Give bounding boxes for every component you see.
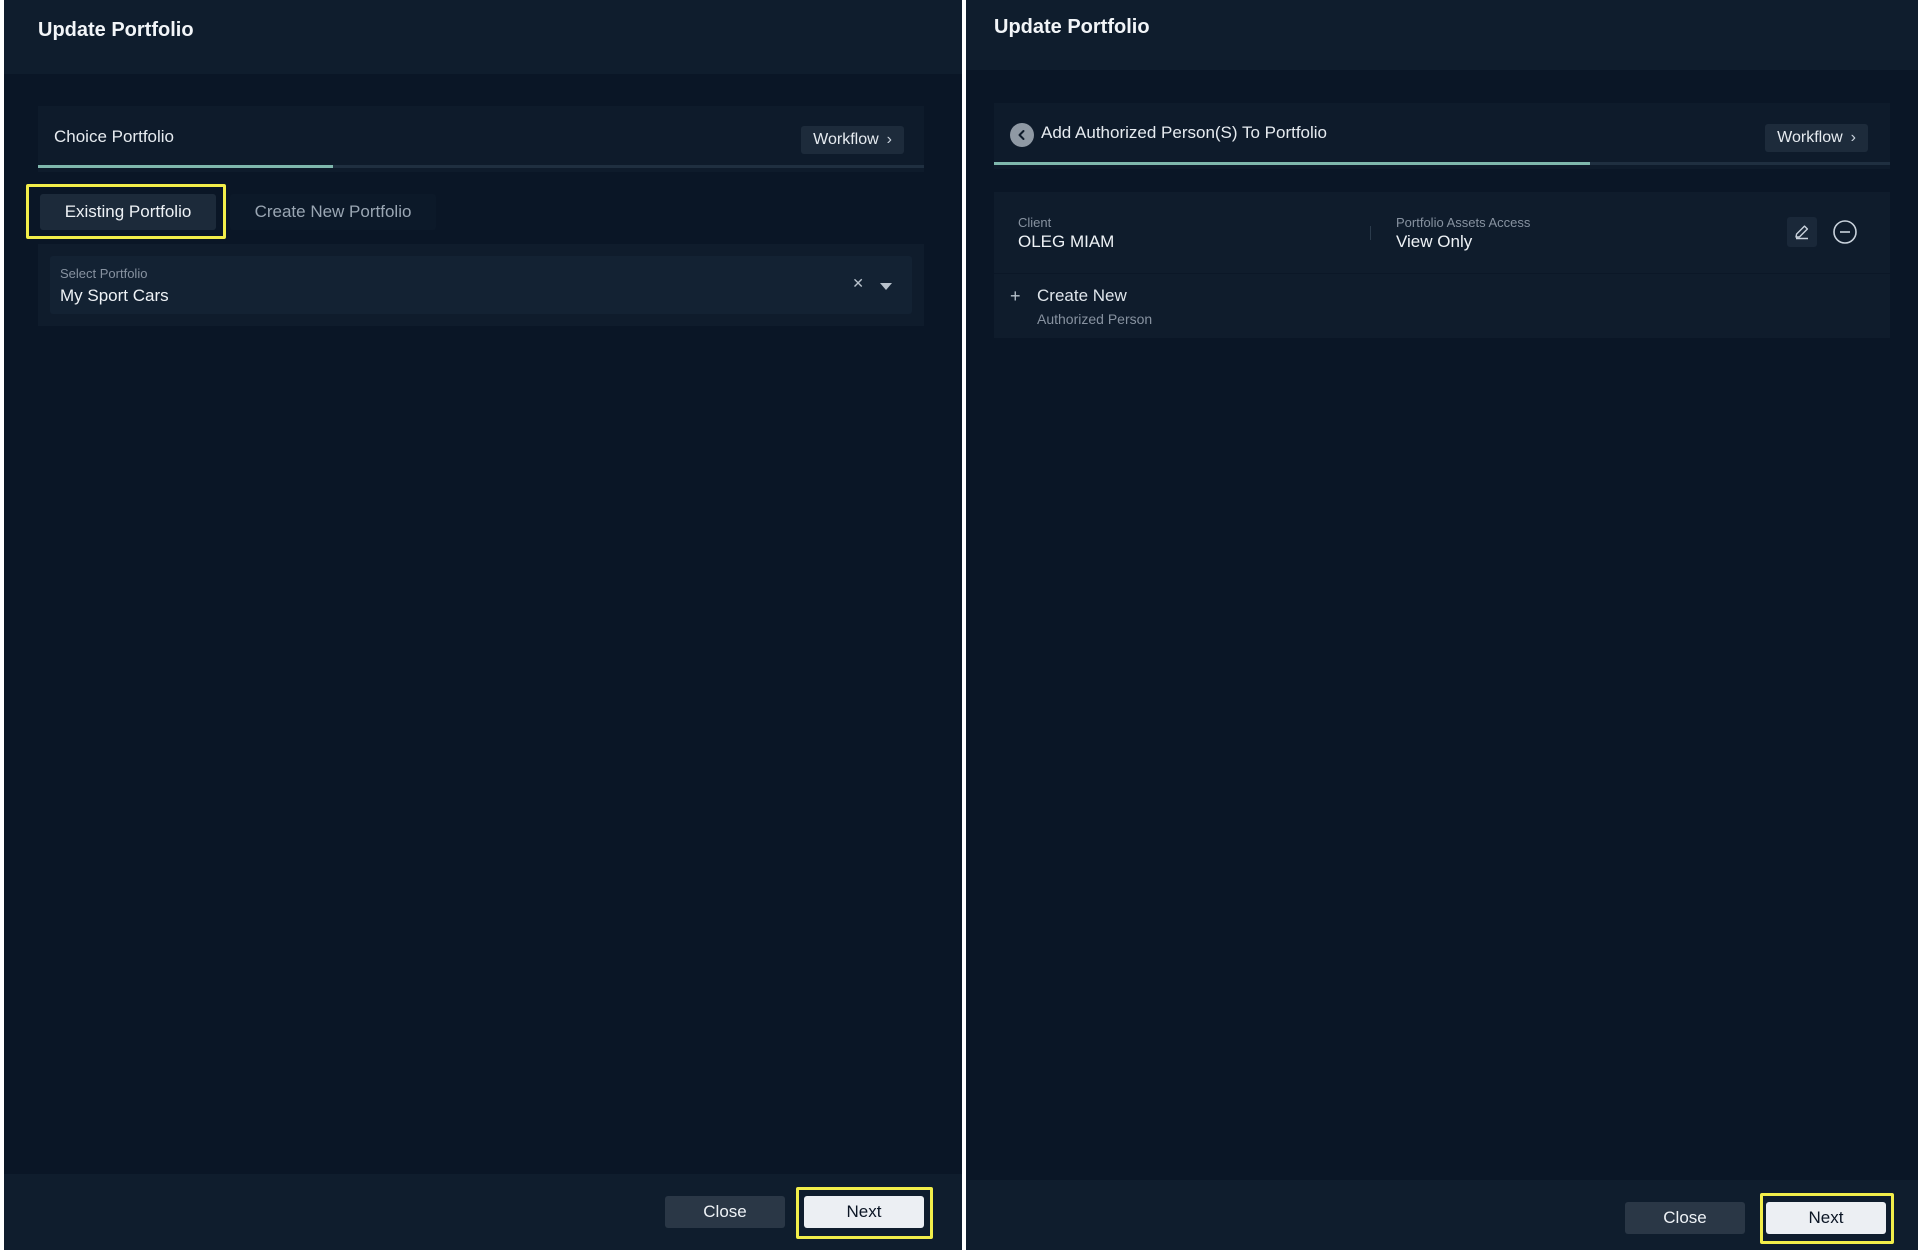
panel-footer: Close Next bbox=[4, 1174, 962, 1250]
close-button[interactable]: Close bbox=[1625, 1202, 1745, 1234]
update-portfolio-panel-right: Update Portfolio Add Authorized Person(S… bbox=[966, 0, 1918, 1250]
access-value: View Only bbox=[1396, 232, 1473, 251]
panel-footer: Close Next bbox=[966, 1180, 1918, 1250]
chevron-right-icon: › bbox=[886, 131, 892, 148]
access-label: Portfolio Assets Access bbox=[1396, 215, 1531, 230]
step-bar: Add Authorized Person(S) To Portfolio Wo… bbox=[994, 103, 1890, 169]
client-value: OLEG MIAM bbox=[1018, 232, 1115, 251]
workflow-button[interactable]: Workflow › bbox=[1765, 124, 1868, 152]
remove-icon[interactable] bbox=[1830, 217, 1860, 247]
panel-header: Update Portfolio bbox=[966, 0, 1918, 70]
update-portfolio-panel-left: Update Portfolio Choice Portfolio Workfl… bbox=[4, 0, 962, 1250]
select-portfolio-card: Select Portfolio My Sport Cars ✕ bbox=[38, 244, 924, 326]
select-portfolio-label: Select Portfolio bbox=[60, 266, 148, 281]
tab-create-new-portfolio[interactable]: Create New Portfolio bbox=[230, 194, 436, 230]
create-new-authorized-person[interactable]: + Create New Authorized Person bbox=[994, 274, 1890, 336]
step-bar: Choice Portfolio Workflow › bbox=[38, 106, 924, 172]
create-new-subtitle: Authorized Person bbox=[1037, 311, 1153, 327]
plus-icon: + bbox=[1010, 286, 1021, 306]
authorized-persons-card: Client OLEG MIAM Portfolio Assets Access… bbox=[994, 192, 1890, 338]
panel-title: Update Portfolio bbox=[38, 19, 194, 41]
workflow-label: Workflow bbox=[813, 131, 879, 148]
close-button[interactable]: Close bbox=[665, 1196, 785, 1228]
chevron-right-icon: › bbox=[1850, 129, 1856, 146]
workflow-button[interactable]: Workflow › bbox=[801, 126, 904, 154]
panel-header: Update Portfolio bbox=[4, 0, 962, 74]
authorized-person-row: Client OLEG MIAM Portfolio Assets Access… bbox=[994, 192, 1890, 274]
edit-icon[interactable] bbox=[1787, 217, 1817, 247]
chevron-down-icon[interactable] bbox=[880, 283, 892, 290]
step-label: Choice Portfolio bbox=[54, 127, 175, 146]
column-separator bbox=[1370, 226, 1371, 240]
clear-icon[interactable]: ✕ bbox=[852, 275, 864, 292]
panel-title: Update Portfolio bbox=[994, 16, 1150, 38]
step-label: Add Authorized Person(S) To Portfolio bbox=[1041, 123, 1328, 142]
next-button[interactable]: Next bbox=[804, 1196, 924, 1228]
select-portfolio-value: My Sport Cars bbox=[60, 286, 169, 305]
next-button[interactable]: Next bbox=[1766, 1202, 1886, 1234]
create-new-title: Create New bbox=[1037, 286, 1127, 305]
client-label: Client bbox=[1018, 215, 1052, 230]
tab-existing-portfolio[interactable]: Existing Portfolio bbox=[40, 194, 216, 230]
step-progress-fill bbox=[38, 165, 333, 168]
select-portfolio-dropdown[interactable]: Select Portfolio My Sport Cars ✕ bbox=[50, 256, 912, 314]
workflow-label: Workflow bbox=[1777, 129, 1843, 146]
step-progress-fill bbox=[994, 162, 1590, 165]
back-arrow-icon[interactable] bbox=[1010, 123, 1034, 147]
